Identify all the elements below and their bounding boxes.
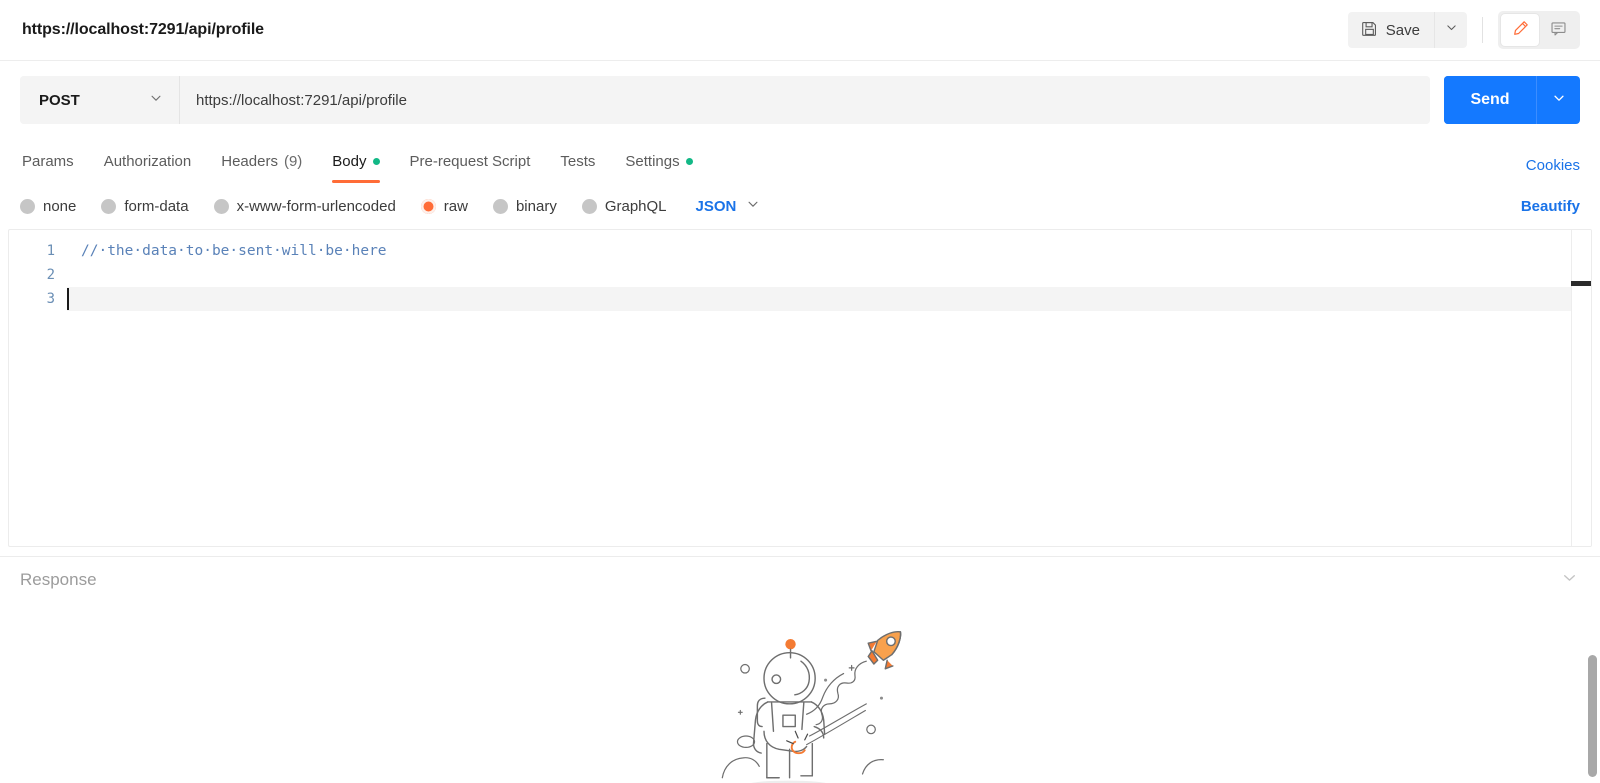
request-body-editor[interactable]: 1 //·the·data·to·be·sent·will·be·here 2 3 xyxy=(8,229,1592,547)
body-format-value: JSON xyxy=(695,197,737,215)
tab-headers[interactable]: Headers (9) xyxy=(206,139,317,183)
tab-pre-request-script[interactable]: Pre-request Script xyxy=(395,139,546,183)
body-type-none[interactable]: none xyxy=(20,198,76,215)
radio-icon xyxy=(492,198,508,214)
editor-line-number: 3 xyxy=(46,291,55,307)
editor-minimap-gutter[interactable] xyxy=(1571,230,1591,546)
request-url-bar: POST Send xyxy=(0,61,1600,139)
radio-icon xyxy=(213,198,229,214)
body-type-label: raw xyxy=(443,197,468,215)
floppy-disk-icon xyxy=(1361,20,1378,41)
body-type-label: x-www-form-urlencoded xyxy=(236,197,396,215)
tab-params[interactable]: Params xyxy=(20,139,89,183)
request-tabs-bar: Params Authorization Headers (9) Body Pre-req… xyxy=(0,139,1600,183)
radio-icon xyxy=(581,198,597,214)
editor-line-text[interactable]: //·the·data·to·be·sent·will·be·here xyxy=(67,239,1591,263)
radio-icon xyxy=(101,198,117,214)
comment-icon xyxy=(1549,19,1568,41)
tab-label: Pre-request Script xyxy=(409,152,531,170)
body-type-graphql[interactable]: GraphQL xyxy=(581,197,667,215)
http-method-select[interactable]: POST xyxy=(20,76,180,124)
save-button[interactable]: Save xyxy=(1347,12,1434,48)
tab-label: Body xyxy=(332,152,367,170)
radio-icon xyxy=(420,198,436,214)
editor-line[interactable]: 2 xyxy=(9,263,1591,287)
beautify-link[interactable]: Beautify xyxy=(1521,198,1580,215)
send-button[interactable]: Send xyxy=(1444,76,1536,124)
astronaut-rocket-illustration xyxy=(670,611,930,783)
cookies-link[interactable]: Cookies xyxy=(1526,157,1580,174)
editor-lines[interactable]: 1 //·the·data·to·be·sent·will·be·here 2 3 xyxy=(9,230,1591,546)
save-button-label: Save xyxy=(1385,21,1420,39)
response-label: Response xyxy=(20,570,97,589)
send-button-group: Send xyxy=(1444,76,1580,124)
request-tabs: Params Authorization Headers (9) Body Pre-req… xyxy=(20,139,708,183)
body-type-label: form-data xyxy=(124,197,189,215)
http-method-value: POST xyxy=(39,91,80,109)
body-type-options: none form-data x-www-form-urlencoded raw bin… xyxy=(20,198,692,215)
url-field-group: POST xyxy=(20,76,1430,124)
text-cursor xyxy=(67,288,69,310)
url-input[interactable] xyxy=(180,76,1430,124)
tab-label: Authorization xyxy=(103,152,192,170)
body-type-form-data[interactable]: form-data xyxy=(101,197,189,215)
editor-line[interactable]: 1 //·the·data·to·be·sent·will·be·here xyxy=(9,239,1591,263)
save-button-group: Save xyxy=(1347,12,1467,48)
tab-modified-dot xyxy=(685,157,693,165)
tab-authorization[interactable]: Authorization xyxy=(89,139,207,183)
response-collapse-button[interactable] xyxy=(1561,569,1578,591)
body-type-raw[interactable]: raw xyxy=(420,197,468,215)
send-dropdown-button[interactable] xyxy=(1536,76,1580,124)
header-divider xyxy=(1482,17,1483,43)
window-header: https://localhost:7291/api/profile Save xyxy=(0,0,1600,61)
pencil-icon xyxy=(1511,19,1530,41)
body-type-bar: none form-data x-www-form-urlencoded raw bin… xyxy=(0,183,1600,229)
save-dropdown-button[interactable] xyxy=(1434,12,1467,48)
body-type-x-www-form-urlencoded[interactable]: x-www-form-urlencoded xyxy=(213,197,396,215)
header-actions: Save xyxy=(1347,11,1580,49)
chevron-down-icon xyxy=(746,197,760,215)
body-type-label: binary xyxy=(515,197,557,215)
tab-label: Tests xyxy=(560,152,596,170)
chevron-down-icon xyxy=(1561,573,1578,590)
comments-button[interactable] xyxy=(1539,14,1577,46)
editor-line-text[interactable] xyxy=(67,287,1591,311)
editor-line-number: 1 xyxy=(46,243,55,259)
body-format-select[interactable]: JSON xyxy=(696,197,761,215)
view-mode-toggle-group xyxy=(1498,11,1580,49)
response-header: Response xyxy=(0,557,1600,603)
body-type-binary[interactable]: binary xyxy=(492,197,557,215)
editor-minimap-thumb[interactable] xyxy=(1571,281,1591,286)
tab-settings[interactable]: Settings xyxy=(610,139,707,183)
page-scrollbar-thumb[interactable] xyxy=(1588,655,1597,777)
body-type-label: none xyxy=(43,197,77,215)
chevron-down-icon xyxy=(1552,91,1566,110)
tab-label: Params xyxy=(22,152,74,170)
page-title: https://localhost:7291/api/profile xyxy=(22,21,264,38)
tab-count: (9) xyxy=(283,152,303,170)
tab-modified-dot xyxy=(372,157,380,165)
edit-mode-button[interactable] xyxy=(1501,14,1539,46)
chevron-down-icon xyxy=(1445,21,1458,39)
editor-line[interactable]: 3 xyxy=(9,287,1591,311)
tab-body[interactable]: Body xyxy=(317,139,394,183)
response-empty-state xyxy=(0,603,1600,783)
radio-icon xyxy=(20,198,35,214)
tab-label: Settings xyxy=(625,152,680,170)
tab-tests[interactable]: Tests xyxy=(545,139,610,183)
editor-line-number: 2 xyxy=(46,267,55,283)
chevron-down-icon xyxy=(149,91,163,109)
body-type-label: GraphQL xyxy=(604,197,667,215)
tab-label: Headers xyxy=(221,152,278,170)
